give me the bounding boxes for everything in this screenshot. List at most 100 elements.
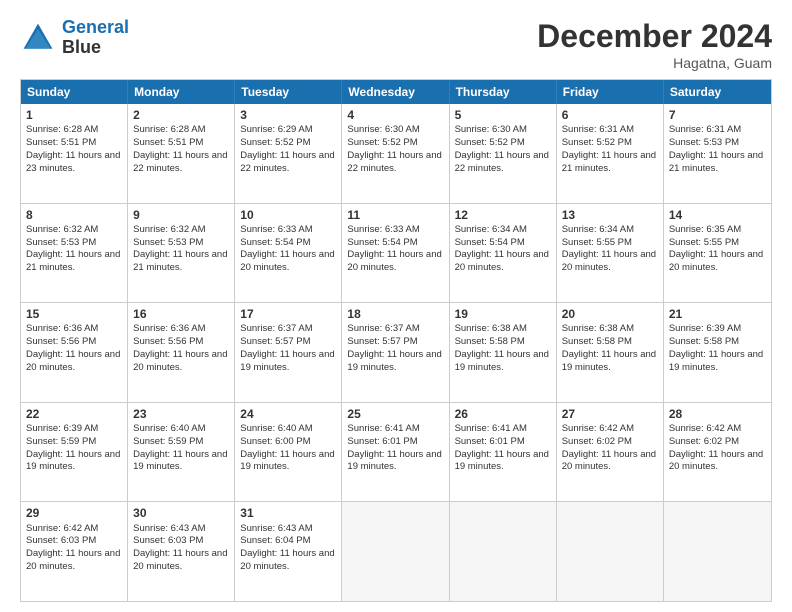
calendar-cell: 20Sunrise: 6:38 AMSunset: 5:58 PMDayligh… bbox=[557, 303, 664, 402]
day-number: 8 bbox=[26, 207, 122, 223]
sunset: Sunset: 5:57 PM bbox=[347, 336, 417, 347]
daylight: Daylight: 11 hours and 22 minutes. bbox=[240, 150, 334, 174]
header-day: Tuesday bbox=[235, 80, 342, 104]
calendar-cell: 8Sunrise: 6:32 AMSunset: 5:53 PMDaylight… bbox=[21, 204, 128, 303]
calendar-cell: 10Sunrise: 6:33 AMSunset: 5:54 PMDayligh… bbox=[235, 204, 342, 303]
sunrise: Sunrise: 6:38 AM bbox=[455, 323, 527, 334]
title-block: December 2024 Hagatna, Guam bbox=[537, 18, 772, 71]
sunrise: Sunrise: 6:34 AM bbox=[455, 224, 527, 235]
page: General Blue December 2024 Hagatna, Guam… bbox=[0, 0, 792, 612]
calendar-cell: 25Sunrise: 6:41 AMSunset: 6:01 PMDayligh… bbox=[342, 403, 449, 502]
daylight: Daylight: 11 hours and 20 minutes. bbox=[562, 249, 656, 273]
day-number: 16 bbox=[133, 306, 229, 322]
day-number: 30 bbox=[133, 505, 229, 521]
day-number: 26 bbox=[455, 406, 551, 422]
sunset: Sunset: 5:52 PM bbox=[240, 137, 310, 148]
calendar-body: 1Sunrise: 6:28 AMSunset: 5:51 PMDaylight… bbox=[21, 104, 771, 601]
sunrise: Sunrise: 6:41 AM bbox=[347, 423, 419, 434]
sunset: Sunset: 6:00 PM bbox=[240, 436, 310, 447]
daylight: Daylight: 11 hours and 20 minutes. bbox=[133, 548, 227, 572]
day-number: 25 bbox=[347, 406, 443, 422]
calendar-row: 1Sunrise: 6:28 AMSunset: 5:51 PMDaylight… bbox=[21, 104, 771, 203]
daylight: Daylight: 11 hours and 19 minutes. bbox=[133, 449, 227, 473]
logo-line2: Blue bbox=[62, 37, 101, 57]
sunset: Sunset: 5:57 PM bbox=[240, 336, 310, 347]
sunset: Sunset: 5:51 PM bbox=[26, 137, 96, 148]
day-number: 2 bbox=[133, 107, 229, 123]
sunrise: Sunrise: 6:28 AM bbox=[133, 124, 205, 135]
day-number: 28 bbox=[669, 406, 766, 422]
sunset: Sunset: 5:53 PM bbox=[669, 137, 739, 148]
sunset: Sunset: 5:56 PM bbox=[26, 336, 96, 347]
daylight: Daylight: 11 hours and 20 minutes. bbox=[347, 249, 441, 273]
sunrise: Sunrise: 6:36 AM bbox=[133, 323, 205, 334]
sunset: Sunset: 6:04 PM bbox=[240, 535, 310, 546]
day-number: 17 bbox=[240, 306, 336, 322]
calendar-cell: 18Sunrise: 6:37 AMSunset: 5:57 PMDayligh… bbox=[342, 303, 449, 402]
sunset: Sunset: 5:54 PM bbox=[347, 237, 417, 248]
sunrise: Sunrise: 6:42 AM bbox=[562, 423, 634, 434]
day-number: 1 bbox=[26, 107, 122, 123]
header-day: Saturday bbox=[664, 80, 771, 104]
calendar-cell: 28Sunrise: 6:42 AMSunset: 6:02 PMDayligh… bbox=[664, 403, 771, 502]
sunrise: Sunrise: 6:32 AM bbox=[133, 224, 205, 235]
logo-icon bbox=[20, 20, 56, 56]
day-number: 15 bbox=[26, 306, 122, 322]
calendar-cell: 31Sunrise: 6:43 AMSunset: 6:04 PMDayligh… bbox=[235, 502, 342, 601]
daylight: Daylight: 11 hours and 22 minutes. bbox=[133, 150, 227, 174]
logo-text: General Blue bbox=[62, 18, 129, 58]
sunrise: Sunrise: 6:33 AM bbox=[347, 224, 419, 235]
header-day: Sunday bbox=[21, 80, 128, 104]
sunrise: Sunrise: 6:28 AM bbox=[26, 124, 98, 135]
calendar-cell: 7Sunrise: 6:31 AMSunset: 5:53 PMDaylight… bbox=[664, 104, 771, 203]
daylight: Daylight: 11 hours and 19 minutes. bbox=[455, 349, 549, 373]
sunset: Sunset: 5:52 PM bbox=[455, 137, 525, 148]
day-number: 19 bbox=[455, 306, 551, 322]
sunrise: Sunrise: 6:39 AM bbox=[26, 423, 98, 434]
sunrise: Sunrise: 6:37 AM bbox=[240, 323, 312, 334]
calendar-cell: 27Sunrise: 6:42 AMSunset: 6:02 PMDayligh… bbox=[557, 403, 664, 502]
day-number: 22 bbox=[26, 406, 122, 422]
sunset: Sunset: 5:54 PM bbox=[455, 237, 525, 248]
sunrise: Sunrise: 6:30 AM bbox=[347, 124, 419, 135]
sunrise: Sunrise: 6:31 AM bbox=[562, 124, 634, 135]
day-number: 9 bbox=[133, 207, 229, 223]
sunset: Sunset: 5:58 PM bbox=[455, 336, 525, 347]
day-number: 5 bbox=[455, 107, 551, 123]
calendar-cell: 14Sunrise: 6:35 AMSunset: 5:55 PMDayligh… bbox=[664, 204, 771, 303]
sunrise: Sunrise: 6:40 AM bbox=[133, 423, 205, 434]
day-number: 6 bbox=[562, 107, 658, 123]
sunrise: Sunrise: 6:33 AM bbox=[240, 224, 312, 235]
header: General Blue December 2024 Hagatna, Guam bbox=[20, 18, 772, 71]
sunset: Sunset: 5:59 PM bbox=[26, 436, 96, 447]
calendar-row: 15 Sunrise: 6:36 AM Sunset: 5:56 PM Dayligh… bbox=[21, 302, 771, 402]
day-number: 31 bbox=[240, 505, 336, 521]
sunset: Sunset: 6:03 PM bbox=[133, 535, 203, 546]
calendar-cell: 11Sunrise: 6:33 AMSunset: 5:54 PMDayligh… bbox=[342, 204, 449, 303]
sunset: Sunset: 5:51 PM bbox=[133, 137, 203, 148]
sunrise: Sunrise: 6:29 AM bbox=[240, 124, 312, 135]
daylight: Daylight: 11 hours and 19 minutes. bbox=[26, 449, 120, 473]
calendar-cell: 24Sunrise: 6:40 AMSunset: 6:00 PMDayligh… bbox=[235, 403, 342, 502]
sunrise: Sunrise: 6:42 AM bbox=[26, 523, 98, 534]
calendar-cell: 22Sunrise: 6:39 AM Sunset: 5:59 PM Dayligh… bbox=[21, 403, 128, 502]
month-title: December 2024 bbox=[537, 18, 772, 55]
calendar-cell: 12Sunrise: 6:34 AMSunset: 5:54 PMDayligh… bbox=[450, 204, 557, 303]
sunset: Sunset: 5:53 PM bbox=[133, 237, 203, 248]
daylight: Daylight: 11 hours and 23 minutes. bbox=[26, 150, 120, 174]
calendar-cell: 3Sunrise: 6:29 AMSunset: 5:52 PMDaylight… bbox=[235, 104, 342, 203]
calendar-cell: 16Sunrise: 6:36 AMSunset: 5:56 PMDayligh… bbox=[128, 303, 235, 402]
calendar-row: 29Sunrise: 6:42 AMSunset: 6:03 PMDayligh… bbox=[21, 501, 771, 601]
logo-line1: General bbox=[62, 17, 129, 37]
day-number: 7 bbox=[669, 107, 766, 123]
daylight: Daylight: 11 hours and 20 minutes. bbox=[133, 349, 227, 373]
daylight: Daylight: 11 hours and 21 minutes. bbox=[26, 249, 120, 273]
calendar-header: SundayMondayTuesdayWednesdayThursdayFrid… bbox=[21, 80, 771, 104]
header-day: Thursday bbox=[450, 80, 557, 104]
day-number: 12 bbox=[455, 207, 551, 223]
logo: General Blue bbox=[20, 18, 129, 58]
day-number: 10 bbox=[240, 207, 336, 223]
day-number: 27 bbox=[562, 406, 658, 422]
calendar-cell: 6Sunrise: 6:31 AMSunset: 5:52 PMDaylight… bbox=[557, 104, 664, 203]
sunset: Sunset: 6:01 PM bbox=[455, 436, 525, 447]
